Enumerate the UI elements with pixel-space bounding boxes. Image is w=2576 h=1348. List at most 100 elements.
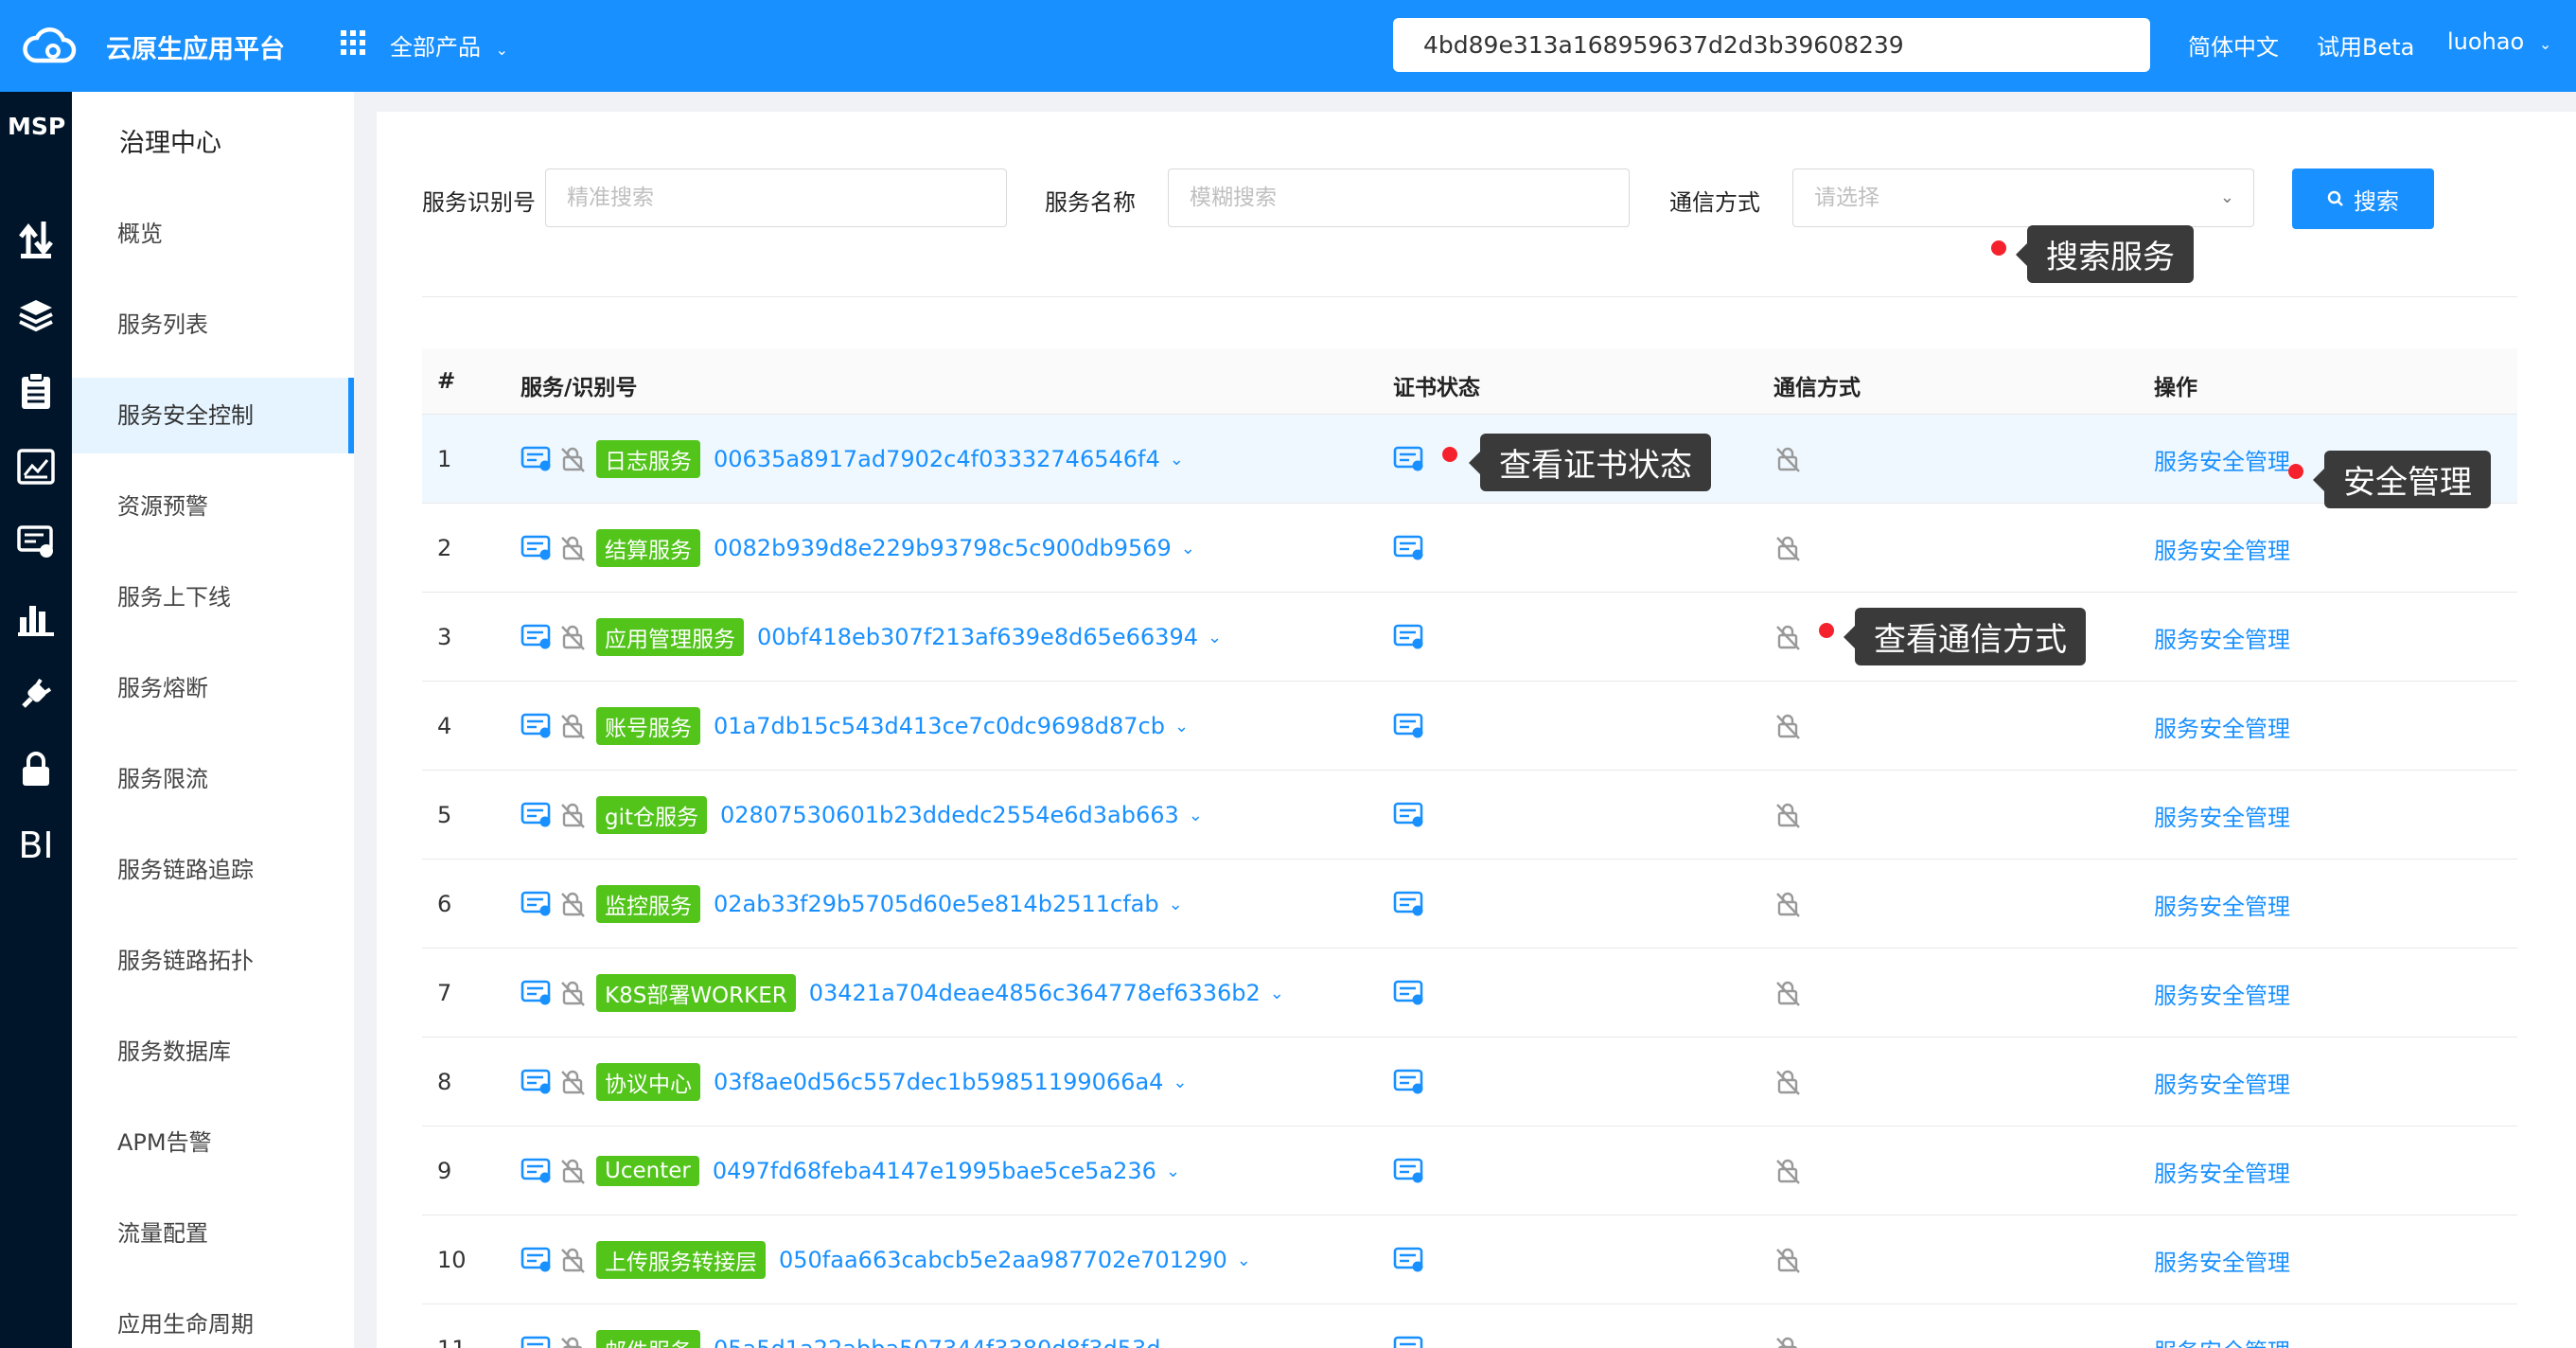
- comm-method-cell[interactable]: [1773, 593, 1802, 682]
- service-id-link[interactable]: 03421a704deae4856c364778ef6336b2: [809, 980, 1261, 1006]
- service-id-link[interactable]: 01a7db15c543d413ce7c0dc9698d87cb: [714, 713, 1165, 739]
- security-manage-link[interactable]: 服务安全管理: [2154, 949, 2290, 1038]
- beta-link[interactable]: 试用Beta: [2317, 28, 2414, 62]
- submenu-item-service-list[interactable]: 服务列表: [72, 287, 354, 363]
- chevron-down-icon[interactable]: ⌄: [1171, 1339, 1185, 1348]
- comm-method-cell[interactable]: [1773, 1126, 1802, 1215]
- submenu-item-resource-alert[interactable]: 资源预警: [72, 469, 354, 544]
- certificate-icon[interactable]: [1393, 801, 1425, 829]
- certificate-icon[interactable]: [1393, 623, 1425, 651]
- certificate-icon[interactable]: [1393, 1335, 1425, 1348]
- security-manage-link[interactable]: 服务安全管理: [2154, 771, 2290, 860]
- submenu-item-app-lifecycle[interactable]: 应用生命周期: [72, 1286, 354, 1348]
- certificate-icon[interactable]: [1393, 1157, 1425, 1185]
- unlocked-icon[interactable]: [1773, 1246, 1802, 1274]
- chevron-down-icon[interactable]: ⌄: [1189, 806, 1203, 825]
- msp-label[interactable]: MSP: [8, 113, 65, 140]
- unlocked-icon[interactable]: [1773, 534, 1802, 562]
- cert-status-cell[interactable]: [1393, 1126, 1425, 1215]
- security-manage-link[interactable]: 服务安全管理: [2154, 682, 2290, 771]
- chevron-down-icon[interactable]: ⌄: [1237, 1250, 1251, 1270]
- service-id-link[interactable]: 0497fd68feba4147e1995bae5ce5a236: [713, 1158, 1156, 1184]
- platform-title[interactable]: 云原生应用平台: [106, 28, 285, 65]
- comm-method-cell[interactable]: [1773, 1038, 1802, 1126]
- security-manage-link[interactable]: 服务安全管理: [2154, 1038, 2290, 1126]
- grid-menu-icon[interactable]: [341, 30, 365, 55]
- security-manage-link[interactable]: 服务安全管理: [2154, 1304, 2290, 1348]
- submenu-item-online-offline[interactable]: 服务上下线: [72, 559, 354, 635]
- unlocked-icon[interactable]: [1773, 890, 1802, 918]
- security-manage-link[interactable]: 服务安全管理: [2154, 504, 2290, 593]
- cert-status-cell[interactable]: [1393, 771, 1425, 860]
- cert-status-cell[interactable]: [1393, 949, 1425, 1038]
- comm-method-select[interactable]: 请选择 ⌄: [1792, 168, 2254, 227]
- global-search-input[interactable]: 4bd89e313a168959637d2d3b39608239: [1393, 18, 2150, 72]
- submenu-item-tracing[interactable]: 服务链路追踪: [72, 832, 354, 908]
- cert-status-cell[interactable]: [1393, 593, 1425, 682]
- cert-status-cell[interactable]: [1393, 504, 1425, 593]
- unlocked-icon[interactable]: [1773, 712, 1802, 740]
- user-menu[interactable]: luohao ⌄: [2447, 28, 2551, 55]
- security-manage-link[interactable]: 服务安全管理: [2154, 415, 2290, 504]
- comm-method-cell[interactable]: [1773, 860, 1802, 949]
- cert-status-cell[interactable]: [1393, 860, 1425, 949]
- comm-method-cell[interactable]: [1773, 771, 1802, 860]
- service-id-link[interactable]: 00635a8917ad7902c4f03332746546f4: [714, 446, 1160, 472]
- chevron-down-icon[interactable]: ⌄: [1174, 717, 1189, 736]
- comm-method-cell[interactable]: [1773, 415, 1802, 504]
- unlocked-icon[interactable]: [1773, 1157, 1802, 1185]
- bi-icon[interactable]: BI: [9, 825, 62, 866]
- service-id-link[interactable]: 02ab33f29b5705d60e5e814b2511cfab: [714, 891, 1159, 917]
- cert-status-cell[interactable]: [1393, 415, 1425, 504]
- service-name-input[interactable]: 模糊搜索: [1168, 168, 1630, 227]
- security-manage-link[interactable]: 服务安全管理: [2154, 1126, 2290, 1215]
- certificate-icon[interactable]: [1393, 445, 1425, 473]
- cloud-logo-icon[interactable]: [21, 25, 78, 66]
- certificate-icon[interactable]: [1393, 1246, 1425, 1274]
- arrows-updown-icon[interactable]: [9, 219, 62, 260]
- unlocked-icon[interactable]: [1773, 801, 1802, 829]
- unlocked-icon[interactable]: [1773, 1335, 1802, 1348]
- security-manage-link[interactable]: 服务安全管理: [2154, 593, 2290, 682]
- comm-method-cell[interactable]: [1773, 1304, 1802, 1348]
- submenu-item-apm-alert[interactable]: APM告警: [72, 1105, 354, 1180]
- service-id-link[interactable]: 02807530601b23ddedc2554e6d3ab663: [720, 802, 1179, 828]
- unlocked-icon[interactable]: [1773, 979, 1802, 1007]
- unlocked-icon[interactable]: [1773, 1068, 1802, 1096]
- chevron-down-icon[interactable]: ⌄: [1208, 628, 1222, 647]
- certificate-icon[interactable]: [1393, 712, 1425, 740]
- layers-icon[interactable]: [9, 294, 62, 336]
- certificate-icon[interactable]: [1393, 979, 1425, 1007]
- security-manage-link[interactable]: 服务安全管理: [2154, 860, 2290, 949]
- lock-icon[interactable]: [9, 749, 62, 790]
- submenu-item-database[interactable]: 服务数据库: [72, 1014, 354, 1090]
- plug-icon[interactable]: [9, 673, 62, 715]
- certificate-icon[interactable]: [1393, 534, 1425, 562]
- cert-status-cell[interactable]: [1393, 1038, 1425, 1126]
- submenu-item-traffic-config[interactable]: 流量配置: [72, 1196, 354, 1271]
- search-button[interactable]: 搜索: [2292, 168, 2434, 229]
- submenu-item-rate-limit[interactable]: 服务限流: [72, 741, 354, 817]
- certificate-icon[interactable]: [1393, 1068, 1425, 1096]
- certificate-icon[interactable]: [1393, 890, 1425, 918]
- chevron-down-icon[interactable]: ⌄: [1166, 1162, 1180, 1181]
- dashboard-icon[interactable]: [9, 446, 62, 488]
- comm-method-cell[interactable]: [1773, 504, 1802, 593]
- comm-method-cell[interactable]: [1773, 949, 1802, 1038]
- chevron-down-icon[interactable]: ⌄: [1181, 539, 1195, 559]
- service-id-link[interactable]: 0082b939d8e229b93798c5c900db9569: [714, 535, 1172, 561]
- comm-method-cell[interactable]: [1773, 1215, 1802, 1304]
- comm-method-cell[interactable]: [1773, 682, 1802, 771]
- unlocked-icon[interactable]: [1773, 445, 1802, 473]
- service-id-link[interactable]: 050faa663cabcb5e2aa987702e701290: [779, 1247, 1227, 1273]
- service-id-input[interactable]: 精准搜索: [545, 168, 1007, 227]
- clipboard-icon[interactable]: [9, 370, 62, 412]
- chevron-down-icon[interactable]: ⌄: [1270, 984, 1284, 1003]
- cert-status-cell[interactable]: [1393, 682, 1425, 771]
- language-switch[interactable]: 简体中文: [2188, 28, 2279, 62]
- chevron-down-icon[interactable]: ⌄: [1173, 1073, 1187, 1092]
- submenu-item-overview[interactable]: 概览: [72, 196, 354, 272]
- cert-status-cell[interactable]: [1393, 1215, 1425, 1304]
- submenu-item-topology[interactable]: 服务链路拓扑: [72, 923, 354, 999]
- service-id-link[interactable]: 03f8ae0d56c557dec1b59851199066a4: [714, 1069, 1163, 1095]
